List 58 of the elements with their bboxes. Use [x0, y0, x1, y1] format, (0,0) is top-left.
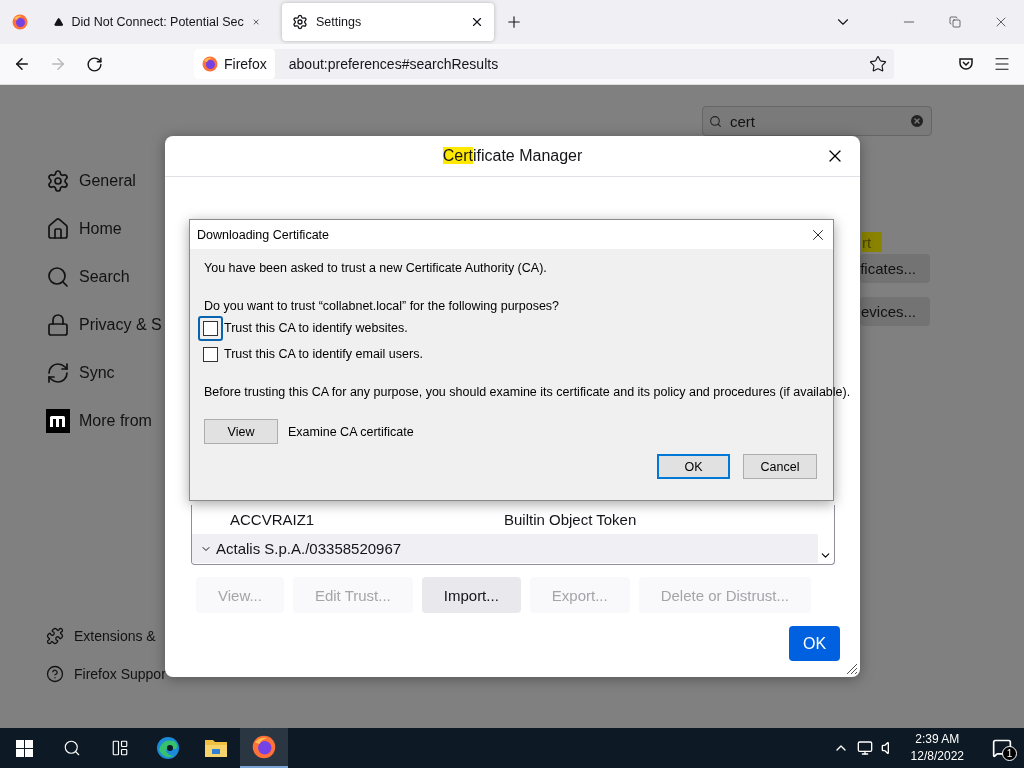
checkbox[interactable] — [203, 320, 218, 336]
new-tab-icon[interactable] — [505, 13, 523, 31]
browser-tab[interactable]: Settings — [282, 3, 494, 41]
settings-icon — [46, 169, 70, 193]
address-bar[interactable]: Firefox about:preferences#searchResults — [194, 49, 894, 79]
browser-tab[interactable]: Did Not Connect: Potential Sec — [44, 3, 270, 41]
search-icon — [709, 114, 722, 128]
question-text: Do you want to trust “collabnet.local” for the following purposes? — [204, 299, 560, 313]
windows-start-icon[interactable] — [15, 739, 33, 757]
advice-text: Before trusting this CA for any purpose, you should examine its certificate and its policy and procedures (if available). — [204, 385, 851, 399]
search-icon — [46, 265, 70, 289]
back-icon[interactable] — [13, 55, 31, 73]
tree-row[interactable]: Actalis S.p.A./03358520967 — [192, 534, 818, 563]
ok-button[interactable]: OK — [789, 626, 840, 661]
reload-icon[interactable] — [85, 55, 103, 73]
lock-icon — [46, 313, 70, 337]
dialog-title: Downloading Certificate — [197, 227, 329, 242]
identity-label[interactable]: Firefox — [194, 49, 275, 79]
view-label: Examine CA certificate — [288, 424, 414, 439]
help-icon — [46, 665, 64, 683]
edge-icon[interactable] — [156, 736, 180, 760]
puzzle-icon — [46, 627, 64, 645]
firefox-icon — [12, 14, 28, 30]
cancel-button[interactable]: Cancel — [743, 454, 817, 479]
folder-icon[interactable] — [204, 737, 228, 759]
task-view-icon[interactable] — [111, 739, 129, 757]
resize-grip-icon[interactable] — [846, 663, 858, 675]
checkbox-label[interactable]: Trust this CA to identify email users. — [224, 347, 423, 361]
sidebar-item[interactable]: General — [46, 157, 240, 205]
mozilla-icon — [46, 409, 70, 433]
intro-text: You have been asked to trust a new Certificate Authority (CA). — [204, 261, 547, 275]
url-text: about:preferences#searchResults — [288, 56, 499, 72]
home-icon — [46, 217, 70, 241]
firefox-icon — [202, 56, 218, 72]
search-icon[interactable] — [63, 739, 81, 757]
close-icon[interactable] — [470, 15, 484, 29]
checkbox[interactable] — [203, 346, 218, 362]
settings-button[interactable]: evices... — [860, 297, 930, 326]
ok-button[interactable]: OK — [657, 454, 730, 479]
sidebar-link[interactable]: Extensions & — [46, 617, 240, 655]
view-button[interactable]: View — [204, 419, 278, 444]
settings-icon — [292, 14, 308, 30]
clock[interactable]: 2:39 AM 12/8/2022 — [900, 731, 974, 765]
menu-icon[interactable] — [993, 55, 1011, 73]
sidebar-link[interactable]: Firefox Suppor — [46, 655, 240, 693]
notification-count: 1 — [1002, 746, 1017, 761]
highlighted-text: rt — [862, 232, 882, 252]
clear-icon[interactable] — [909, 113, 925, 129]
star-icon[interactable] — [869, 55, 887, 73]
network-icon[interactable] — [856, 740, 873, 756]
checkbox-label[interactable]: Trust this CA to identify websites. — [224, 321, 408, 335]
sync-icon — [46, 361, 70, 385]
restore-icon[interactable] — [949, 16, 961, 28]
firefox-icon — [252, 735, 276, 759]
settings-button[interactable]: ficates... — [860, 254, 930, 283]
action-button[interactable]: Import... — [421, 577, 521, 613]
search-field[interactable]: cert — [702, 106, 932, 136]
pocket-icon[interactable] — [958, 56, 974, 72]
